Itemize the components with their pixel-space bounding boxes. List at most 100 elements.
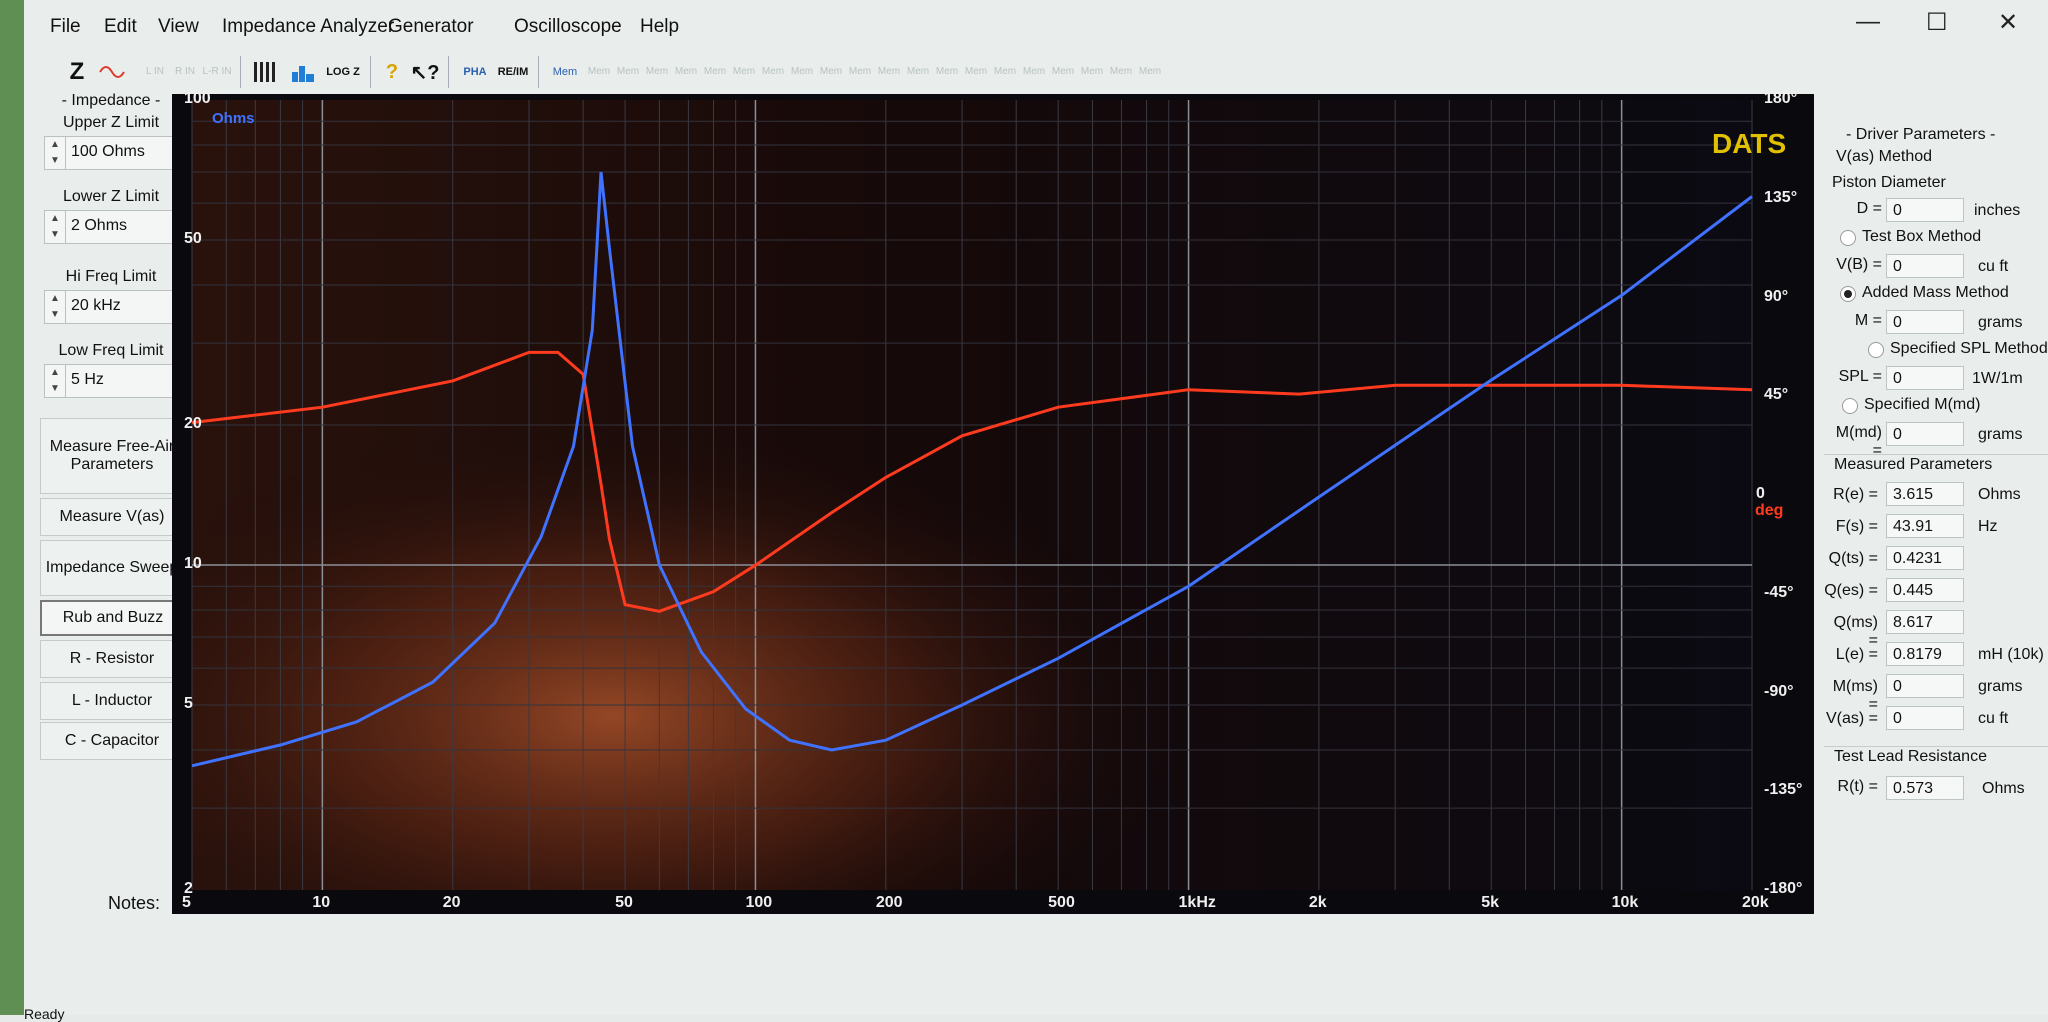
memory-slot-button[interactable]: Mem	[847, 54, 873, 90]
low-freq-value[interactable]: 5 Hz	[71, 371, 104, 389]
desktop-edge	[0, 0, 24, 1015]
measured-param-label: F(s) =	[1835, 518, 1878, 535]
memory-slot-button[interactable]: Mem	[992, 54, 1018, 90]
impedance-chart[interactable]: Ohms DATS deg 5 10 20 50 100 200 500 1kHz 2k 5k 10…	[172, 90, 1814, 914]
measured-param-label: Q(ts) =	[1828, 550, 1878, 567]
menu-view[interactable]: View	[158, 16, 199, 38]
memory-slot-button[interactable]: Mem	[586, 54, 612, 90]
memory-slot-button[interactable]: Mem	[818, 54, 844, 90]
hi-freq-value[interactable]: 20 kHz	[71, 297, 121, 315]
test-box-radio[interactable]	[1840, 230, 1856, 246]
hi-freq-label: Hi Freq Limit	[65, 268, 157, 285]
memory-slot-button[interactable]: Mem	[876, 54, 902, 90]
memory-slot-button[interactable]: Mem	[1050, 54, 1076, 90]
spl-input[interactable]: 0	[1886, 366, 1964, 390]
specified-spl-radio[interactable]	[1868, 342, 1884, 358]
sine-wave-icon[interactable]	[96, 54, 130, 90]
measured-param-value[interactable]: 0	[1886, 706, 1964, 730]
memory-slot-button[interactable]: Mem	[760, 54, 786, 90]
menu-oscilloscope[interactable]: Oscilloscope	[514, 16, 622, 38]
memory-button[interactable]: Mem	[548, 54, 582, 90]
upper-z-value[interactable]: 100 Ohms	[71, 143, 145, 161]
lower-z-value[interactable]: 2 Ohms	[71, 217, 127, 235]
phase-button[interactable]: PHA	[458, 54, 492, 90]
log-z-button[interactable]: LOG Z	[326, 54, 360, 90]
context-help-icon[interactable]: ↖?	[410, 54, 440, 90]
vb-input[interactable]: 0	[1886, 254, 1964, 278]
specified-mmd-radio[interactable]	[1842, 398, 1858, 414]
measured-param-value[interactable]: 43.91	[1886, 514, 1964, 538]
added-mass-label: Added Mass Method	[1862, 284, 2009, 301]
dats-logo: DATS	[1712, 128, 1787, 159]
x-tick-label: 10	[312, 894, 331, 911]
menu-generator[interactable]: Generator	[388, 16, 474, 38]
x-tick-label: 50	[615, 894, 633, 911]
memory-slot-button[interactable]: Mem	[1021, 54, 1047, 90]
inductor-button[interactable]: L - Inductor	[40, 682, 184, 720]
right-in-button[interactable]: R IN	[172, 54, 198, 90]
memory-slot-button[interactable]: Mem	[789, 54, 815, 90]
impedance-sweep-button[interactable]: Impedance Sweep	[40, 540, 184, 596]
memory-slot-button[interactable]: Mem	[644, 54, 670, 90]
added-mass-radio[interactable]	[1840, 286, 1856, 302]
m-input[interactable]: 0	[1886, 310, 1964, 334]
impedance-z-button[interactable]: Z	[64, 54, 90, 90]
memory-slot-button[interactable]: Mem	[673, 54, 699, 90]
lr-in-button[interactable]: L-R IN	[202, 54, 232, 90]
hi-freq-spinner[interactable]: ▲ ▼ 20 kHz	[44, 290, 180, 324]
lower-z-spinner[interactable]: ▲ ▼ 2 Ohms	[44, 210, 180, 244]
minimize-icon[interactable]: —	[1856, 8, 1880, 36]
measured-param-value[interactable]: 8.617	[1886, 610, 1964, 634]
measured-param-value[interactable]: 0.4231	[1886, 546, 1964, 570]
menu-edit[interactable]: Edit	[104, 16, 137, 38]
low-freq-spinner[interactable]: ▲ ▼ 5 Hz	[44, 364, 180, 398]
upper-z-label: Upper Z Limit	[62, 114, 160, 131]
d-label: D =	[1856, 200, 1882, 217]
menu-file[interactable]: File	[50, 16, 81, 38]
capacitor-button[interactable]: C - Capacitor	[40, 722, 184, 760]
help-bulb-icon[interactable]: ?	[378, 54, 406, 90]
memory-slot-button[interactable]: Mem	[1079, 54, 1105, 90]
phase-tick-label: -135°	[1764, 781, 1803, 799]
measured-param-value[interactable]: 0.8179	[1886, 642, 1964, 666]
measured-param-value[interactable]: 0	[1886, 674, 1964, 698]
measured-param-value[interactable]: 3.615	[1886, 482, 1964, 506]
grid-bars-icon[interactable]	[250, 54, 282, 90]
resistor-button[interactable]: R - Resistor	[40, 640, 184, 678]
spinner-arrows-icon[interactable]: ▲ ▼	[45, 365, 66, 397]
mmd-input[interactable]: 0	[1886, 422, 1964, 446]
rt-input[interactable]: 0.573	[1886, 776, 1964, 800]
memory-slot-button[interactable]: Mem	[905, 54, 931, 90]
test-box-label: Test Box Method	[1862, 228, 1982, 245]
spinner-arrows-icon[interactable]: ▲ ▼	[45, 137, 66, 169]
measured-param-unit: mH (10k)	[1978, 646, 2044, 663]
memory-slot-button[interactable]: Mem	[1108, 54, 1134, 90]
memory-slot-button[interactable]: Mem	[731, 54, 757, 90]
bar-chart-icon[interactable]	[288, 54, 320, 90]
close-icon[interactable]: ✕	[1998, 8, 2018, 37]
maximize-icon[interactable]: ☐	[1926, 8, 1948, 37]
test-lead-title: Test Lead Resistance	[1834, 748, 1987, 765]
measured-param-value[interactable]: 0.445	[1886, 578, 1964, 602]
memory-slot-button[interactable]: Mem	[963, 54, 989, 90]
d-input[interactable]: 0	[1886, 198, 1964, 222]
toolbar: Z L IN R IN L-R IN LOG Z ? ↖? PHA RE/IM …	[44, 52, 1404, 94]
menu-impedance-analyzer[interactable]: Impedance Analyzer	[222, 16, 394, 38]
memory-slot-button[interactable]: Mem	[615, 54, 641, 90]
measure-free-air-button[interactable]: Measure Free-Air Parameters	[40, 418, 184, 494]
rub-buzz-button[interactable]: Rub and Buzz	[40, 600, 186, 636]
left-in-button[interactable]: L IN	[142, 54, 168, 90]
spinner-arrows-icon[interactable]: ▲ ▼	[45, 211, 66, 243]
measure-vas-button[interactable]: Measure V(as)	[40, 498, 184, 536]
driver-params-title: - Driver Parameters -	[1846, 126, 1996, 143]
impedance-title: - Impedance -	[61, 92, 161, 109]
memory-slot-button[interactable]: Mem	[702, 54, 728, 90]
status-text: Ready	[24, 1006, 65, 1022]
y-unit-label: Ohms	[212, 110, 255, 127]
memory-slot-button[interactable]: Mem	[934, 54, 960, 90]
upper-z-spinner[interactable]: ▲ ▼ 100 Ohms	[44, 136, 180, 170]
memory-slot-button[interactable]: Mem	[1137, 54, 1163, 90]
spinner-arrows-icon[interactable]: ▲ ▼	[45, 291, 66, 323]
menu-help[interactable]: Help	[640, 16, 679, 38]
re-im-button[interactable]: RE/IM	[496, 54, 530, 90]
